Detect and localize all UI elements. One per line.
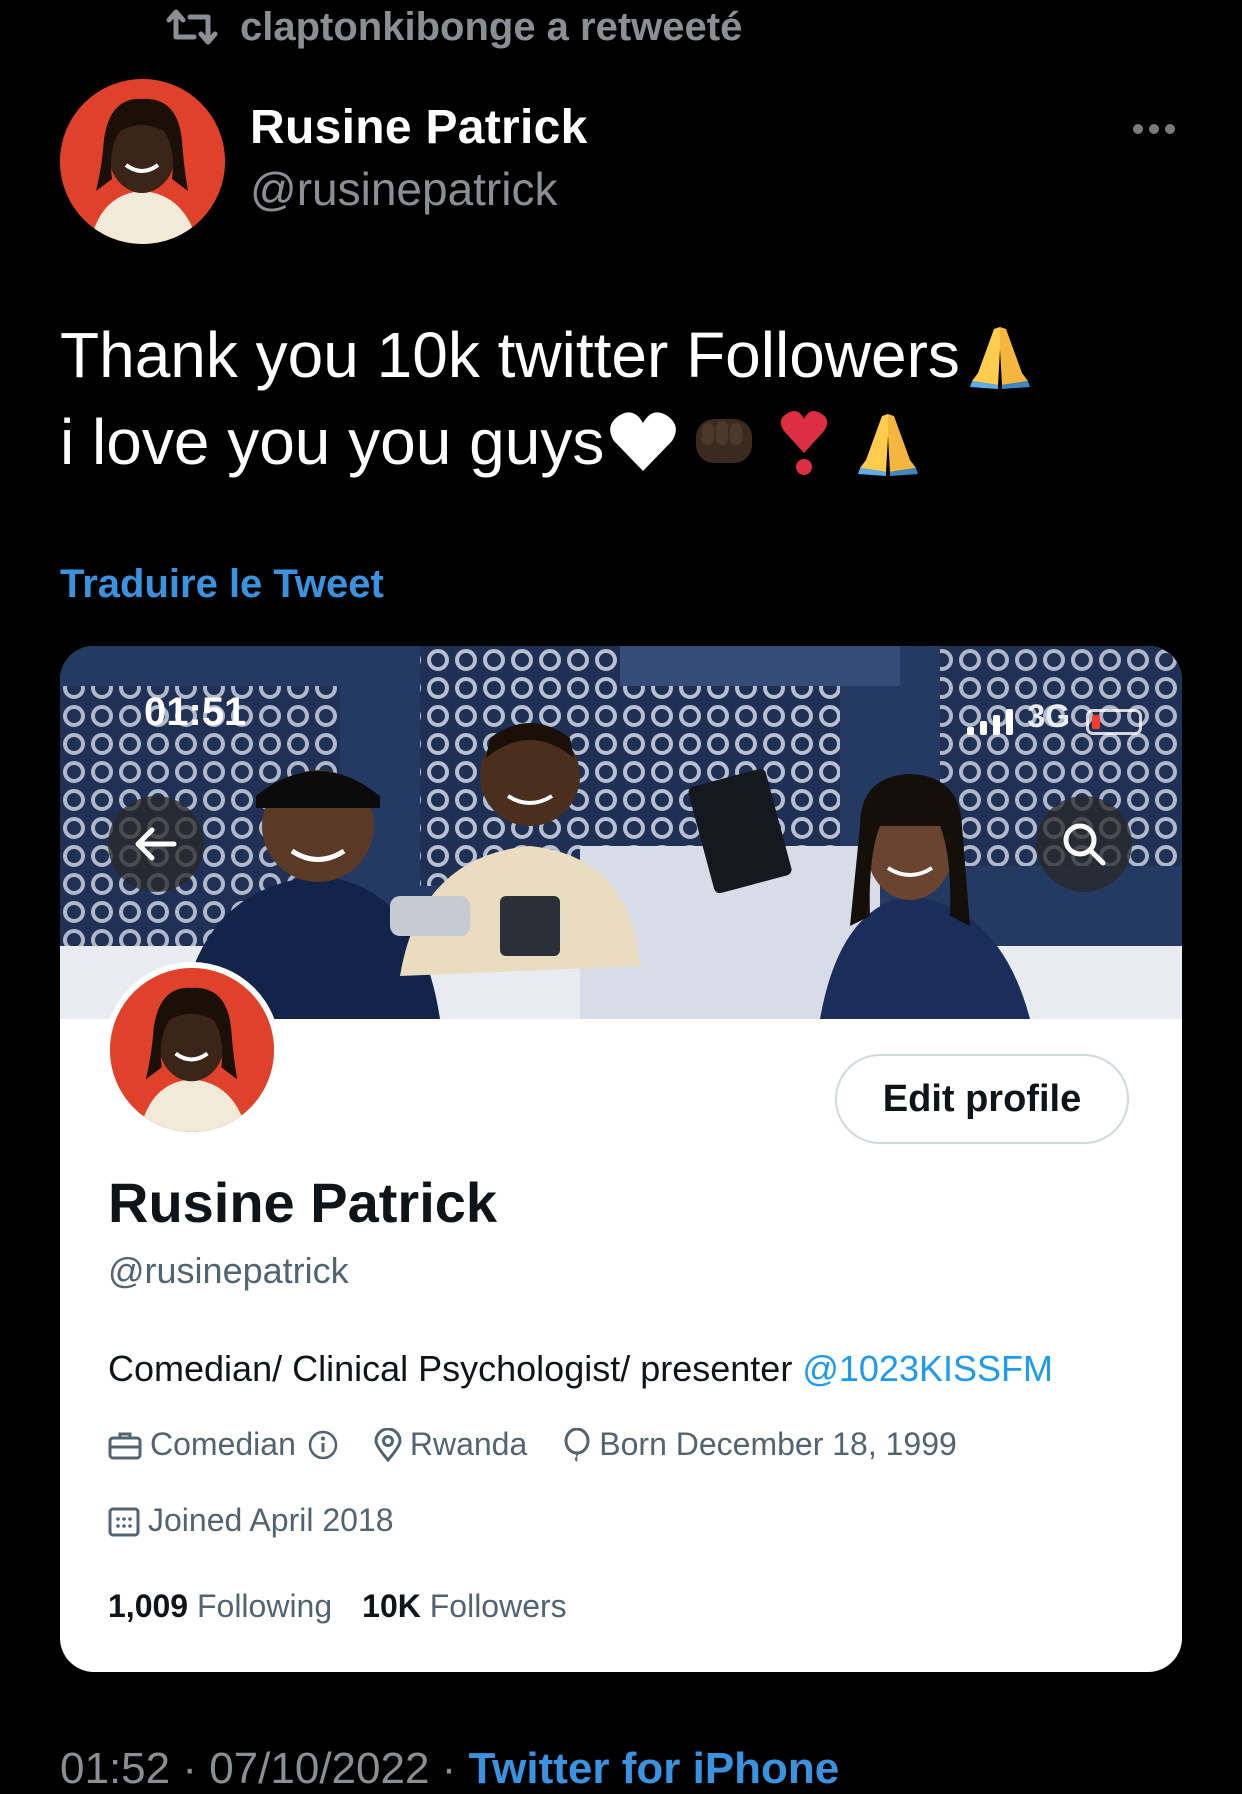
author-avatar[interactable] — [60, 79, 225, 244]
bio-mention-link[interactable]: @1023KISSFM — [802, 1348, 1053, 1389]
translate-tweet-link[interactable]: Traduire le Tweet — [60, 562, 384, 607]
avatar-photo — [60, 79, 225, 244]
tweet-meta: 01:52 · 07/10/2022 · Twitter for iPhone — [60, 1744, 839, 1794]
birthday-label: Born December 18, 1999 — [599, 1426, 957, 1462]
briefcase-icon — [108, 1432, 142, 1459]
retweet-indicator[interactable]: claptonkibonge a retweeté — [166, 0, 742, 54]
fist-bump-emoji — [696, 419, 753, 463]
tweet-text-2: i love you you guys — [60, 406, 605, 478]
more-horizontal-icon[interactable] — [1133, 122, 1177, 136]
profile-banner: 01:51 3G — [60, 646, 1182, 1019]
folded-hands-emoji-2 — [858, 414, 919, 476]
search-icon[interactable] — [1036, 796, 1132, 892]
profile-name: Rusine Patrick — [108, 1171, 498, 1234]
followers-label: Followers — [429, 1588, 567, 1624]
location-label: Rwanda — [409, 1426, 528, 1462]
tweet-source-link[interactable]: Twitter for iPhone — [469, 1744, 840, 1793]
tweet-text-line-2: i love you you guys — [60, 405, 924, 479]
author-handle[interactable]: @rusinepatrick — [250, 162, 557, 216]
following-label: Following — [196, 1588, 333, 1624]
network-label: 3G — [1027, 698, 1070, 734]
author-name[interactable]: Rusine Patrick — [250, 100, 588, 155]
profile-bio: Comedian/ Clinical Psychologist/ present… — [108, 1348, 1053, 1390]
profile-handle: @rusinepatrick — [108, 1250, 349, 1291]
profile-location: Rwanda — [374, 1426, 527, 1463]
profile-category: Comedian — [108, 1426, 338, 1463]
calendar-icon — [108, 1507, 140, 1536]
followers-count: 10K — [362, 1588, 421, 1624]
white-heart-emoji — [610, 412, 677, 471]
status-time: 01:51 — [144, 690, 247, 734]
heart-exclamation-emoji — [781, 411, 828, 475]
retweet-text: claptonkibonge a retweeté — [240, 4, 743, 49]
followers-stat[interactable]: 10K Followers — [362, 1588, 567, 1625]
info-icon[interactable] — [308, 1430, 338, 1460]
balloon-icon — [564, 1427, 590, 1462]
battery-icon — [1086, 709, 1142, 735]
arrow-left-icon[interactable] — [108, 796, 204, 892]
following-count: 1,009 — [108, 1588, 189, 1624]
profile-birthday: Born December 18, 1999 — [563, 1426, 957, 1463]
profile-avatar[interactable] — [104, 962, 280, 1138]
following-stat[interactable]: 1,009 Following — [108, 1588, 332, 1625]
profile-meta-row-1: Comedian Rwanda Born December 18, 1999 — [108, 1426, 957, 1463]
retweet-icon — [166, 9, 218, 45]
joined-label: Joined April 2018 — [148, 1502, 394, 1538]
tweet-text-1: Thank you 10k twitter Followers — [60, 319, 960, 391]
tweet-timestamp[interactable]: 01:52 · 07/10/2022 · — [60, 1744, 469, 1793]
edit-profile-button[interactable]: Edit profile — [835, 1054, 1129, 1144]
profile-avatar-photo — [110, 968, 274, 1132]
folded-hands-emoji — [969, 327, 1030, 389]
profile-bio-text: Comedian/ Clinical Psychologist/ present… — [108, 1348, 803, 1389]
profile-joined: Joined April 2018 — [108, 1502, 394, 1539]
embedded-profile-image[interactable]: 01:51 3G Edit profile Rusine Patrick @ru… — [60, 646, 1182, 1672]
location-pin-icon — [374, 1427, 402, 1462]
profile-stats: 1,009 Following 10K Followers — [108, 1588, 567, 1625]
profile-meta-row-2: Joined April 2018 — [108, 1502, 394, 1539]
category-label: Comedian — [150, 1426, 296, 1462]
tweet-text-line-1: Thank you 10k twitter Followers — [60, 318, 1036, 392]
status-bar-icons: 3G — [967, 698, 1142, 735]
